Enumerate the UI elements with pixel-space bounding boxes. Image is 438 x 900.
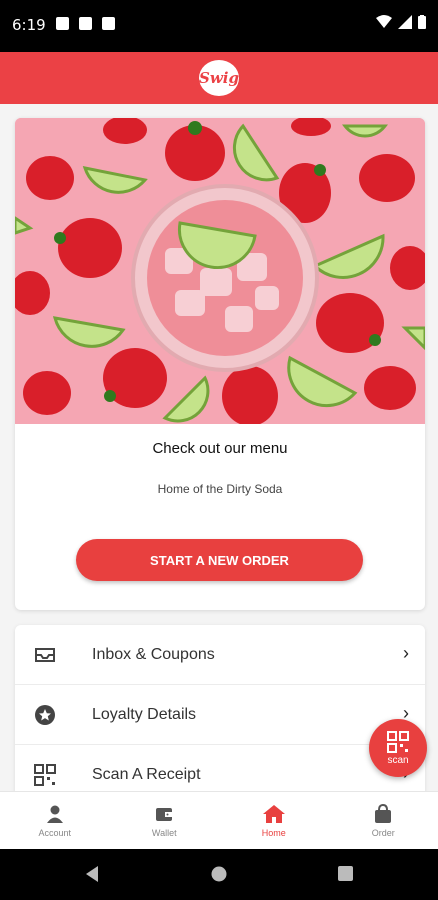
status-bar: 6:19 [0, 0, 438, 52]
nav-item-order[interactable]: Order [329, 792, 438, 849]
system-icons [376, 15, 426, 29]
person-icon [46, 805, 63, 823]
back-icon[interactable] [84, 865, 100, 883]
bag-icon [375, 803, 392, 823]
card-subtitle: Home of the Dirty Soda [157, 482, 283, 496]
hero-image [15, 118, 425, 424]
start-new-order-button[interactable]: START A NEW ORDER [76, 539, 363, 581]
menu-item-loyalty-details[interactable]: Loyalty Details › [15, 685, 425, 745]
nav-item-wallet[interactable]: Wallet [110, 792, 220, 849]
nav-label: Account [38, 827, 72, 838]
nav-item-home[interactable]: Home [219, 792, 329, 849]
menu-item-label: Inbox & Coupons [92, 646, 215, 663]
scan-button[interactable]: scan [369, 719, 427, 777]
home-icon [262, 804, 285, 823]
sim-card-icon [79, 17, 92, 30]
inbox-icon [35, 648, 55, 662]
menu-item-inbox-coupons[interactable]: Inbox & Coupons › [15, 625, 425, 685]
brand-logo[interactable]: Swig [199, 60, 239, 96]
recents-icon[interactable] [338, 866, 353, 881]
logo-text: Swig [199, 69, 239, 87]
card-title: Check out our menu [152, 440, 288, 457]
nav-item-account[interactable]: Account [0, 792, 110, 849]
system-nav-bar [0, 849, 438, 900]
qr-code-icon [387, 731, 409, 753]
status-time: 6:19 [12, 16, 46, 34]
star-badge-icon [35, 705, 55, 725]
app-header: Swig [0, 52, 438, 104]
home-circle-icon[interactable] [211, 866, 227, 882]
chevron-right-icon: › [403, 643, 409, 663]
signal-icon [398, 15, 412, 29]
menu-promo-card: Check out our menu Home of the Dirty Sod… [15, 118, 425, 610]
wallet-icon [156, 807, 173, 821]
scan-label: scan [387, 755, 409, 766]
notification-icons [56, 17, 115, 30]
qr-code-icon [34, 764, 56, 786]
wifi-icon [376, 15, 392, 28]
sync-icon [102, 17, 115, 30]
nav-label: Wallet [151, 827, 177, 838]
nav-label: Home [261, 827, 286, 838]
menu-item-label: Loyalty Details [92, 706, 197, 723]
menu-list: Inbox & Coupons › Loyalty Details › Scan… [15, 625, 425, 805]
bottom-nav: Account Wallet Home Order [0, 791, 438, 849]
battery-icon [418, 15, 426, 29]
nav-label: Order [371, 827, 395, 838]
notification-a-icon [56, 17, 69, 30]
menu-item-label: Scan A Receipt [92, 766, 201, 783]
